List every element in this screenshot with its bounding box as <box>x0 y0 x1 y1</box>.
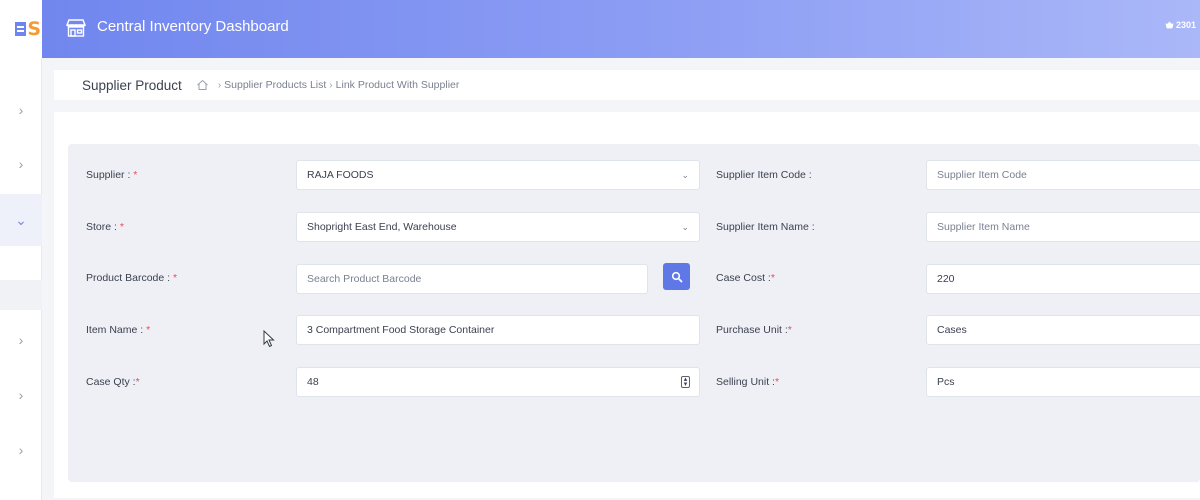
purchase-unit-value: Cases <box>937 324 967 336</box>
number-stepper-icon[interactable]: ▴ ▾ <box>681 376 690 388</box>
item-name-label: Item Name : * <box>86 324 151 336</box>
breadcrumb: Supplier Product › Supplier Products Lis… <box>54 70 1200 100</box>
barcode-search-button[interactable] <box>663 263 690 290</box>
sidebar-item-1[interactable]: › <box>0 90 42 130</box>
chevron-down-icon: ⌄ <box>681 222 689 232</box>
store-value: Shopright East End, Warehouse <box>307 221 457 233</box>
sidebar-subitem[interactable] <box>0 280 42 310</box>
home-icon[interactable] <box>196 79 209 91</box>
breadcrumb-separator: › <box>217 79 222 91</box>
store-select[interactable]: Shopright East End, Warehouse ⌄ <box>296 212 700 242</box>
supplier-item-code-input[interactable]: Supplier Item Code <box>926 160 1200 190</box>
chevron-right-icon: › <box>18 102 24 118</box>
supplier-item-name-placeholder: Supplier Item Name <box>937 221 1030 233</box>
case-cost-label: Case Cost :* <box>716 272 775 284</box>
case-qty-value: 48 <box>307 376 319 388</box>
page-title: Supplier Product <box>82 77 182 93</box>
chevron-right-icon: › <box>18 332 24 348</box>
logo-mark: S <box>15 18 41 40</box>
supplier-item-name-label: Supplier Item Name : <box>716 221 815 233</box>
selling-unit-input[interactable]: Pcs <box>926 367 1200 397</box>
store-label: Store : * <box>86 221 124 233</box>
breadcrumb-supplier-products-list[interactable]: Supplier Products List <box>224 79 326 91</box>
main-panel: Supplier : * RAJA FOODS ⌄ Store : * Shop… <box>54 112 1200 498</box>
search-icon <box>671 271 682 282</box>
brand-logo[interactable]: S <box>0 0 42 58</box>
chevron-down-icon: ⌄ <box>15 211 27 228</box>
basket-icon <box>1165 21 1174 29</box>
top-header: S Central Inventory Dashboard 2301 <box>0 0 1200 58</box>
sidebar-item-2[interactable]: › <box>0 144 42 184</box>
link-product-form: Supplier : * RAJA FOODS ⌄ Store : * Shop… <box>68 144 1200 482</box>
supplier-value: RAJA FOODS <box>307 169 374 181</box>
chevron-right-icon: › <box>18 442 24 458</box>
case-qty-input[interactable]: 48 ▴ ▾ <box>296 367 700 397</box>
supplier-item-code-label: Supplier Item Code : <box>716 169 812 181</box>
chevron-right-icon: › <box>18 156 24 172</box>
chevron-right-icon: › <box>18 387 24 403</box>
store-icon <box>65 19 87 37</box>
case-cost-input[interactable]: 220 <box>926 264 1200 294</box>
user-menu[interactable]: 2301 <box>1165 20 1196 30</box>
breadcrumb-separator: › <box>329 79 333 91</box>
supplier-select[interactable]: RAJA FOODS ⌄ <box>296 160 700 190</box>
supplier-item-name-input[interactable]: Supplier Item Name <box>926 212 1200 242</box>
breadcrumb-link-product[interactable]: Link Product With Supplier <box>336 79 460 91</box>
app-title: Central Inventory Dashboard <box>97 18 289 35</box>
case-cost-value: 220 <box>937 273 955 285</box>
product-barcode-label: Product Barcode : * <box>86 272 178 284</box>
supplier-label: Supplier : * <box>86 169 138 181</box>
item-name-value: 3 Compartment Food Storage Container <box>307 324 495 336</box>
purchase-unit-input[interactable]: Cases <box>926 315 1200 345</box>
product-barcode-input[interactable]: Search Product Barcode <box>296 264 648 294</box>
mouse-cursor-icon <box>263 330 275 348</box>
sidebar: › › ⌄ › › › <box>0 58 42 500</box>
sidebar-item-3[interactable]: ⌄ <box>0 194 42 246</box>
selling-unit-value: Pcs <box>937 376 955 388</box>
selling-unit-label: Selling Unit :* <box>716 376 780 388</box>
sidebar-item-5[interactable]: › <box>0 375 42 415</box>
chevron-down-icon: ⌄ <box>681 170 689 180</box>
purchase-unit-label: Purchase Unit :* <box>716 324 792 336</box>
case-qty-label: Case Qty :* <box>86 376 140 388</box>
product-barcode-placeholder: Search Product Barcode <box>307 273 422 285</box>
sidebar-item-6[interactable]: › <box>0 430 42 470</box>
item-name-input[interactable]: 3 Compartment Food Storage Container <box>296 315 700 345</box>
sidebar-item-4[interactable]: › <box>0 320 42 360</box>
supplier-item-code-placeholder: Supplier Item Code <box>937 169 1027 181</box>
user-code: 2301 <box>1175 20 1196 30</box>
